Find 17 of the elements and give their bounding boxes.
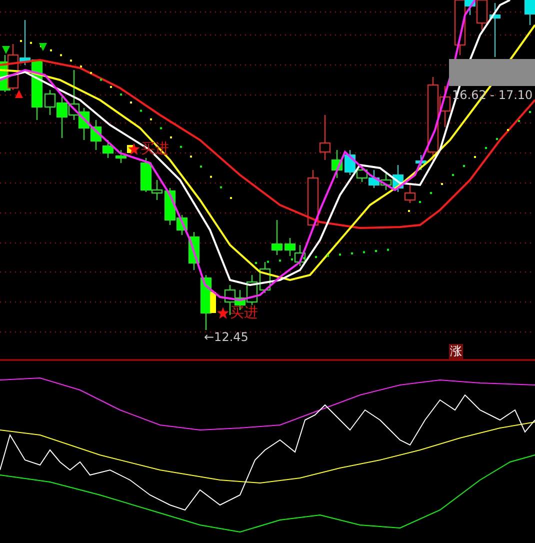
buy-signal-label: 买进: [230, 305, 258, 321]
candlestick: [368, 170, 380, 188]
rise-badge: 涨: [449, 344, 463, 359]
candlestick: [20, 20, 30, 66]
candlestick: [260, 262, 270, 294]
star-icon: [128, 143, 140, 155]
down-triangle-icon: [39, 43, 47, 51]
candlestick: [524, 0, 535, 26]
candlestick: [490, 2, 500, 58]
down-triangle-icon: [2, 46, 10, 54]
star-icon: [217, 307, 229, 319]
candlestick: [294, 244, 306, 266]
candlestick: [8, 44, 18, 90]
low-price-label: ←12.45: [204, 330, 248, 344]
candlestick: [284, 238, 296, 256]
up-triangle-icon: [15, 90, 23, 98]
candlestick: [272, 220, 282, 256]
